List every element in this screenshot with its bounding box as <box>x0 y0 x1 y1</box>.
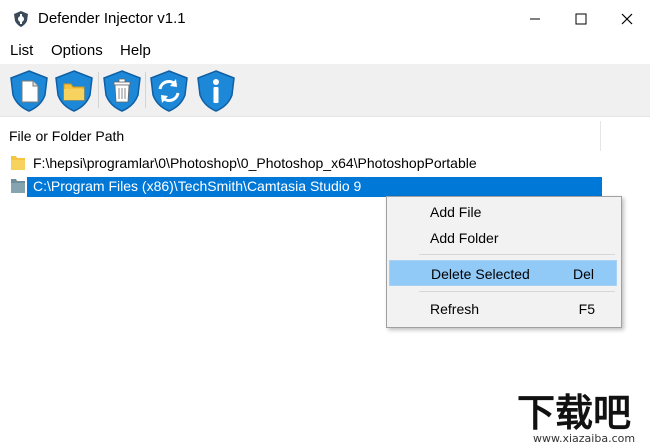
column-header[interactable]: File or Folder Path <box>0 117 650 151</box>
menu-separator <box>419 254 615 255</box>
menu-item-shortcut: F5 <box>578 301 595 317</box>
new-file-button[interactable] <box>7 69 51 113</box>
close-button[interactable] <box>604 0 650 38</box>
info-button[interactable] <box>194 69 238 113</box>
context-menu: Add File Add Folder Delete Selected Del … <box>386 196 622 328</box>
folder-icon <box>11 178 25 193</box>
menu-item-refresh[interactable]: Refresh F5 <box>389 296 617 322</box>
minimize-button[interactable] <box>512 0 558 38</box>
list-item-path: C:\Program Files (x86)\TechSmith\Camtasi… <box>27 177 602 197</box>
menu-item-add-file[interactable]: Add File <box>389 199 617 225</box>
window-title: Defender Injector v1.1 <box>38 10 186 27</box>
add-folder-button[interactable] <box>52 69 96 113</box>
menu-item-shortcut: Del <box>572 266 594 282</box>
delete-button[interactable] <box>100 69 144 113</box>
toolbar-separator <box>145 72 146 108</box>
maximize-button[interactable] <box>558 0 604 38</box>
menu-item-delete-selected[interactable]: Delete Selected Del <box>389 260 617 286</box>
svg-text:www.xiazaiba.com: www.xiazaiba.com <box>533 432 635 445</box>
list-item-selected[interactable]: C:\Program Files (x86)\TechSmith\Camtasi… <box>8 174 602 197</box>
toolbar <box>0 64 650 116</box>
watermark-logo: 下载吧 www.xiazaiba.com <box>513 384 650 446</box>
menu-item-label: Delete Selected <box>431 266 530 282</box>
menu-item-label: Refresh <box>430 301 480 317</box>
toolbar-separator <box>98 72 99 108</box>
menu-help[interactable]: Help <box>120 42 151 59</box>
list-item[interactable]: F:\hepsi\programlar\0\Photoshop\0_Photos… <box>8 151 602 173</box>
menu-options[interactable]: Options <box>51 42 103 59</box>
title-bar: Defender Injector v1.1 <box>0 0 650 38</box>
new-file-shield-icon <box>10 70 48 112</box>
refresh-button[interactable] <box>147 69 191 113</box>
refresh-shield-icon <box>150 70 188 112</box>
info-shield-icon <box>197 70 235 112</box>
column-header-label: File or Folder Path <box>9 128 125 144</box>
folder-icon <box>11 155 25 170</box>
menu-list[interactable]: List <box>10 42 33 59</box>
svg-text:下载吧: 下载吧 <box>517 391 631 435</box>
menu-item-label: Add File <box>430 204 482 220</box>
add-folder-shield-icon <box>55 70 93 112</box>
menu-item-label: Add Folder <box>430 230 499 246</box>
app-shield-icon <box>12 10 30 28</box>
menu-item-add-folder[interactable]: Add Folder <box>389 225 617 251</box>
menu-bar: List Options Help <box>0 38 650 64</box>
column-divider[interactable] <box>600 121 601 151</box>
delete-shield-icon <box>103 70 141 112</box>
menu-separator <box>419 291 615 292</box>
list-item-path: F:\hepsi\programlar\0\Photoshop\0_Photos… <box>33 155 477 171</box>
